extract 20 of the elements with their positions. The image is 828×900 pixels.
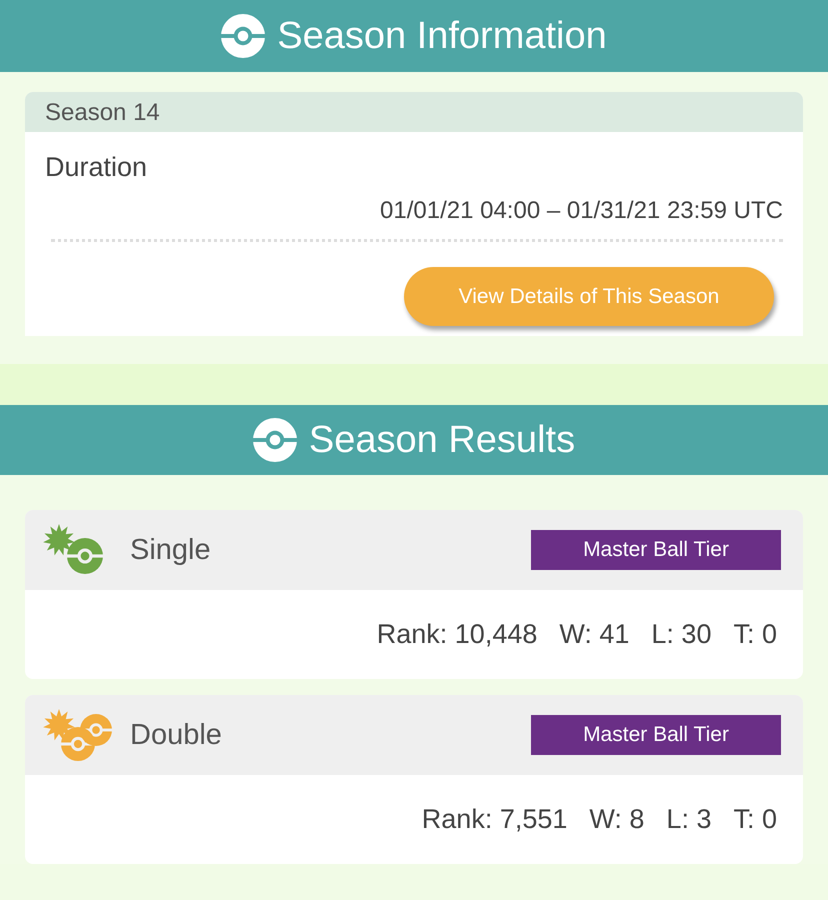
- wins-text: W: 8: [589, 804, 644, 835]
- ties-text: T: 0: [733, 804, 777, 835]
- losses-text: L: 30: [651, 619, 712, 650]
- duration-value: 01/01/21 04:00 – 01/31/21 23:59 UTC: [379, 197, 783, 225]
- section-title: Season Results: [308, 418, 576, 462]
- rank-text: Rank: 7,551: [422, 804, 568, 835]
- season-label: Season 14: [25, 92, 803, 132]
- wins-text: W: 41: [559, 619, 630, 650]
- tier-badge: Master Ball Tier: [531, 530, 781, 570]
- ties-text: T: 0: [733, 619, 777, 650]
- ball-icon: [252, 418, 297, 462]
- tier-badge: Master Ball Tier: [531, 715, 781, 755]
- ball-icon: [221, 14, 266, 58]
- losses-text: L: 3: [666, 804, 712, 835]
- section-title: Season Information: [277, 14, 607, 58]
- duration-label: Duration: [45, 152, 148, 183]
- view-details-button[interactable]: View Details of This Season: [404, 267, 774, 326]
- rank-text: Rank: 10,448: [376, 619, 538, 650]
- battle-type: Single: [130, 534, 212, 566]
- battle-type: Double: [130, 718, 223, 752]
